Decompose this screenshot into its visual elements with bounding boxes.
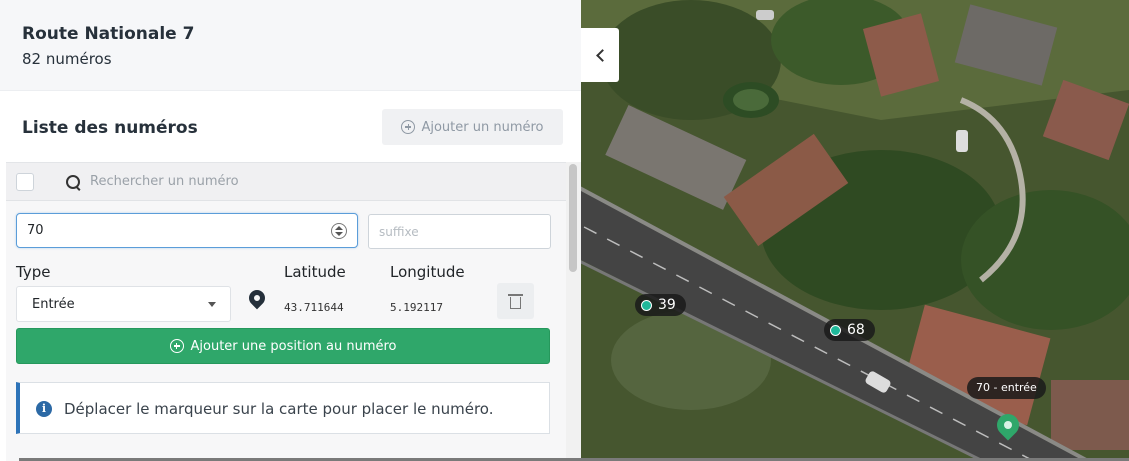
map-number-text: 68 <box>847 322 865 338</box>
suffix-input[interactable]: suffixe <box>368 214 551 249</box>
suffix-placeholder: suffixe <box>379 225 419 239</box>
add-position-label: Ajouter une position au numéro <box>190 338 397 354</box>
type-select[interactable]: Entrée <box>16 286 231 322</box>
sidebar: Route Nationale 7 82 numéros Liste des n… <box>0 0 581 461</box>
plus-circle-icon <box>401 120 416 134</box>
list-title: Liste des numéros <box>22 118 198 138</box>
collapse-sidebar-button[interactable] <box>581 28 619 82</box>
scrollbar-thumb[interactable] <box>569 164 577 272</box>
info-icon: i <box>36 401 52 417</box>
search-row: Rechercher un numéro <box>6 163 566 201</box>
search-input[interactable]: Rechercher un numéro <box>90 174 239 189</box>
map-pin-icon[interactable] <box>245 286 269 310</box>
latitude-label: Latitude <box>284 263 346 281</box>
map-number-label[interactable]: 39 <box>635 294 686 316</box>
type-select-value: Entrée <box>32 297 75 312</box>
number-marker-icon <box>830 324 841 336</box>
longitude-value: 5.192117 <box>390 301 443 314</box>
chevron-left-icon <box>595 48 609 62</box>
info-alert-text: Déplacer le marqueur sur la carte pour p… <box>64 400 494 418</box>
longitude-label: Longitude <box>390 263 465 281</box>
entry-marker-label: 70 - entrée <box>967 377 1046 399</box>
search-icon <box>66 175 80 189</box>
type-label: Type <box>16 263 51 281</box>
street-header: Route Nationale 7 82 numéros <box>0 0 581 91</box>
map-number-text: 39 <box>658 297 676 313</box>
delete-position-button[interactable] <box>497 283 534 319</box>
trash-icon <box>508 294 523 296</box>
add-position-button[interactable]: Ajouter une position au numéro <box>16 328 550 364</box>
number-marker-icon <box>641 299 652 311</box>
number-input-value: 70 <box>27 223 44 238</box>
info-alert: i Déplacer le marqueur sur la carte pour… <box>16 382 550 434</box>
caret-down-icon <box>208 302 216 307</box>
number-list-panel: Rechercher un numéro 70 suffixe Type Lat… <box>6 162 566 461</box>
satellite-map[interactable]: 39 68 70 - entrée <box>581 0 1129 461</box>
number-input[interactable]: 70 <box>16 213 358 248</box>
street-number-count: 82 numéros <box>22 50 112 68</box>
aerial-imagery <box>581 0 1129 461</box>
list-scrollbar[interactable] <box>566 162 581 461</box>
plus-circle-icon <box>169 339 184 353</box>
map-number-label[interactable]: 68 <box>824 319 875 341</box>
number-stepper-icon[interactable] <box>331 223 347 239</box>
latitude-value: 43.711644 <box>284 301 344 314</box>
add-number-label: Ajouter un numéro <box>421 119 544 135</box>
street-name: Route Nationale 7 <box>22 24 195 44</box>
add-number-button[interactable]: Ajouter un numéro <box>382 109 563 145</box>
select-all-checkbox[interactable] <box>16 173 34 191</box>
